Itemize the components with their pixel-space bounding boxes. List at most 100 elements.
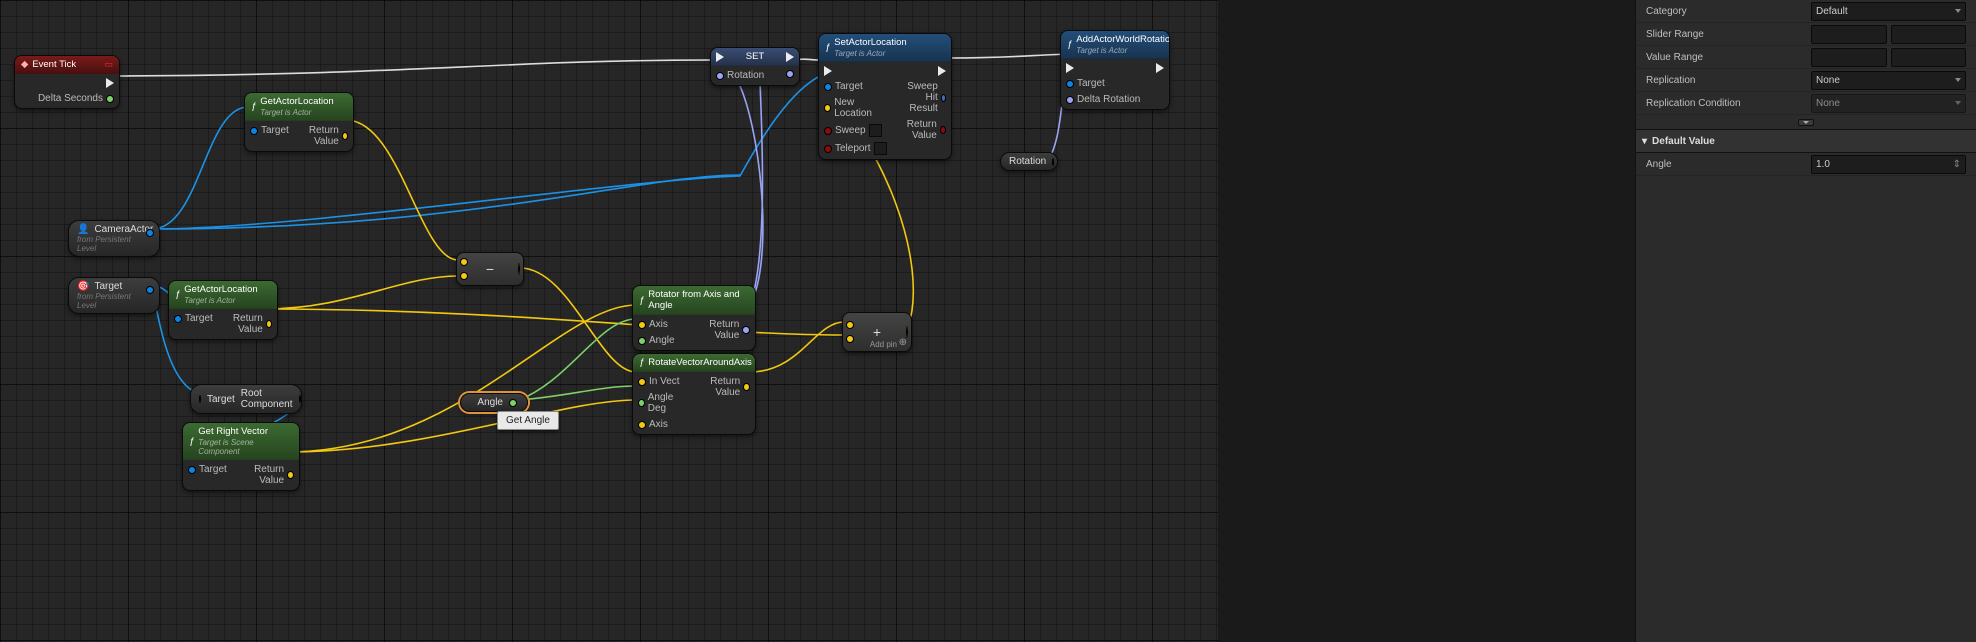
- exec-in[interactable]: [819, 65, 892, 77]
- var-root-component[interactable]: Target Root Component: [190, 384, 302, 414]
- node-title: GetActorLocation: [260, 96, 333, 107]
- var-target-actor[interactable]: 🎯Target from Persistent Level: [68, 277, 160, 314]
- select-value: None: [1816, 75, 1840, 86]
- pin-return-value[interactable]: Return Value: [689, 375, 755, 399]
- node-header: ◆ Event Tick ▭: [15, 56, 119, 74]
- pin-label: Sweep Hit Result: [897, 81, 938, 114]
- chevron-down-icon: [1955, 78, 1961, 82]
- node-vector-subtract[interactable]: −: [456, 252, 524, 286]
- select-value: None: [1816, 98, 1840, 109]
- pin-in-vect[interactable]: In Vect: [633, 375, 689, 388]
- node-get-actor-location-1[interactable]: ƒ GetActorLocation Target is Actor Targe…: [244, 92, 354, 152]
- slider-max-input[interactable]: [1891, 25, 1967, 44]
- pin-target[interactable]: Target: [819, 80, 892, 93]
- expander-row[interactable]: [1636, 115, 1976, 129]
- pin-angle-deg[interactable]: Angle Deg: [633, 391, 689, 415]
- pin-axis[interactable]: Axis: [633, 318, 680, 331]
- value-max-input[interactable]: [1891, 48, 1967, 67]
- event-glyph: ◆: [21, 59, 28, 70]
- pin-label: Sweep: [835, 125, 866, 136]
- node-header: ƒSetActorLocationTarget is Actor: [819, 34, 951, 62]
- node-subtitle: Target is Actor: [1076, 46, 1170, 55]
- node-rotate-vector-around-axis[interactable]: ƒRotateVectorAroundAxis In Vect Angle De…: [632, 353, 756, 435]
- pin-rotation-out[interactable]: [781, 69, 799, 79]
- pin-teleport[interactable]: Teleport: [819, 141, 892, 156]
- node-vector-add[interactable]: + Add pin ⊕: [842, 312, 912, 352]
- label: Category: [1646, 6, 1811, 17]
- node-get-actor-location-2[interactable]: ƒ GetActorLocation Target is Actor Targe…: [168, 280, 278, 340]
- var-title: CameraActor: [94, 224, 153, 235]
- pin-return-value[interactable]: Return Value: [892, 118, 951, 142]
- pin-label: New Location: [834, 97, 886, 119]
- pin-return-value[interactable]: Return Value: [218, 312, 277, 336]
- var-get-angle[interactable]: Angle: [460, 393, 528, 412]
- angle-input[interactable]: 1.0⇕: [1811, 155, 1966, 174]
- label: Value Range: [1646, 52, 1811, 63]
- pin-new-location[interactable]: New Location: [819, 96, 892, 120]
- spinner-icon[interactable]: ⇕: [1953, 159, 1961, 170]
- pin-label: Target: [835, 81, 863, 92]
- tooltip-text: Get Angle: [506, 415, 550, 426]
- slider-min-input[interactable]: [1811, 25, 1887, 44]
- var-get-rotation[interactable]: Rotation: [1000, 152, 1058, 171]
- pin-target[interactable]: Target: [183, 463, 232, 476]
- server-icon: ▭: [104, 59, 113, 70]
- details-panel: Category Default Slider Range Value Rang…: [1635, 0, 1976, 642]
- function-icon: ƒ: [825, 42, 830, 53]
- pin-delta-rotation[interactable]: Delta Rotation: [1061, 93, 1145, 106]
- node-add-actor-world-rotation[interactable]: ƒAddActorWorldRotationTarget is Actor Ta…: [1060, 30, 1170, 110]
- category-select[interactable]: Default: [1811, 2, 1966, 21]
- node-rotator-from-axis-and-angle[interactable]: ƒRotator from Axis and Angle Axis Angle …: [632, 285, 756, 351]
- add-pin-label[interactable]: Add pin: [870, 340, 897, 349]
- exec-out[interactable]: [892, 65, 951, 77]
- label: Replication Condition: [1646, 98, 1811, 109]
- node-set-actor-location[interactable]: ƒSetActorLocationTarget is Actor Target …: [818, 33, 952, 160]
- section-default-value[interactable]: ▾Default Value: [1636, 129, 1976, 153]
- pin-axis[interactable]: Axis: [633, 418, 689, 431]
- pin-sweep[interactable]: Sweep: [819, 123, 892, 138]
- value-min-input[interactable]: [1811, 48, 1887, 67]
- pin-label: Target: [261, 125, 289, 136]
- pin-label: Return Value: [694, 376, 740, 398]
- var-camera-actor[interactable]: 👤CameraActor from Persistent Level: [68, 220, 160, 257]
- pin-rotation-in[interactable]: Rotation: [711, 69, 769, 82]
- node-header: SET: [711, 48, 799, 66]
- pin-sweep-hit[interactable]: Sweep Hit Result: [892, 80, 951, 115]
- pin-angle[interactable]: Angle: [633, 334, 680, 347]
- node-event-tick[interactable]: ◆ Event Tick ▭ Delta Seconds: [14, 55, 120, 109]
- pin-target[interactable]: Target: [245, 124, 294, 137]
- pin-label: Target: [199, 464, 227, 475]
- pin-label: Axis: [649, 419, 668, 430]
- pin-return-value[interactable]: Return Value: [680, 318, 755, 342]
- var-subtitle: from Persistent Level: [77, 292, 149, 310]
- exec-out[interactable]: [1151, 62, 1169, 74]
- var-title: Rotation: [1009, 156, 1046, 167]
- node-title: GetActorLocation: [184, 284, 257, 295]
- add-pin-icon[interactable]: ⊕: [899, 337, 907, 348]
- exec-out[interactable]: [15, 77, 119, 89]
- chevron-down-icon: [1798, 119, 1814, 126]
- exec-in[interactable]: [1061, 62, 1145, 74]
- pin-return-value[interactable]: Return Value: [294, 124, 353, 148]
- node-set-rotation[interactable]: SET Rotation: [710, 47, 800, 86]
- pin-label: Angle Deg: [648, 392, 685, 414]
- chevron-down-icon: [1955, 9, 1961, 13]
- node-header: ƒRotator from Axis and Angle: [633, 286, 755, 315]
- node-get-right-vector[interactable]: ƒ Get Right Vector Target is Scene Compo…: [182, 422, 300, 491]
- replication-select[interactable]: None: [1811, 71, 1966, 90]
- blueprint-graph[interactable]: ◆ Event Tick ▭ Delta Seconds ƒ GetActorL…: [0, 0, 1218, 642]
- pin-delta-seconds[interactable]: Delta Seconds: [15, 92, 119, 105]
- function-icon: ƒ: [251, 101, 256, 112]
- var-title: Target: [94, 281, 122, 292]
- node-subtitle: Target is Actor: [184, 296, 257, 305]
- replication-condition-select[interactable]: None: [1811, 94, 1966, 113]
- row-value-range: Value Range: [1636, 46, 1976, 69]
- pin-target[interactable]: Target: [169, 312, 218, 325]
- row-angle: Angle 1.0⇕: [1636, 153, 1976, 176]
- pin-label: In Vect: [649, 376, 680, 387]
- node-title: Event Tick: [32, 59, 76, 70]
- pin-target[interactable]: Target: [1061, 77, 1145, 90]
- pin-label: Angle: [649, 335, 675, 346]
- pin-return-value[interactable]: Return Value: [232, 463, 299, 487]
- var-title: Angle: [477, 397, 503, 408]
